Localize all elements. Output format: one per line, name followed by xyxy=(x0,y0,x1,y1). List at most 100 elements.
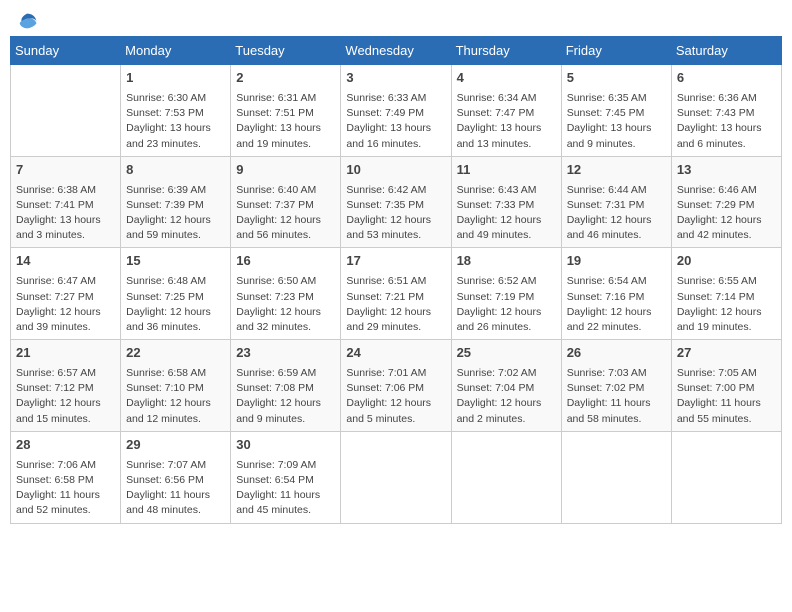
day-number: 14 xyxy=(16,252,115,271)
calendar-cell: 13 Sunrise: 6:46 AMSunset: 7:29 PMDayligh… xyxy=(671,156,781,248)
page-header xyxy=(10,10,782,28)
day-number: 23 xyxy=(236,344,335,363)
day-number: 12 xyxy=(567,161,666,180)
calendar-cell: 24 Sunrise: 7:01 AMSunset: 7:06 PMDayligh… xyxy=(341,340,451,432)
day-number: 18 xyxy=(457,252,556,271)
day-number: 13 xyxy=(677,161,776,180)
day-content: Sunrise: 6:31 AMSunset: 7:51 PMDaylight:… xyxy=(236,91,335,152)
calendar-cell: 10 Sunrise: 6:42 AMSunset: 7:35 PMDayligh… xyxy=(341,156,451,248)
day-content: Sunrise: 7:03 AMSunset: 7:02 PMDaylight:… xyxy=(567,366,666,427)
day-number: 30 xyxy=(236,436,335,455)
day-number: 6 xyxy=(677,69,776,88)
day-number: 5 xyxy=(567,69,666,88)
week-row-4: 21Sunrise: 6:57 AMSunset: 7:12 PMDayligh… xyxy=(11,340,782,432)
calendar-cell xyxy=(11,65,121,157)
day-number: 19 xyxy=(567,252,666,271)
day-content: Sunrise: 6:43 AMSunset: 7:33 PMDaylight:… xyxy=(457,183,556,244)
header-day-friday: Friday xyxy=(561,37,671,65)
day-content: Sunrise: 6:39 AMSunset: 7:39 PMDaylight:… xyxy=(126,183,225,244)
week-row-2: 7 Sunrise: 6:38 AMSunset: 7:41 PMDaylight… xyxy=(11,156,782,248)
calendar-cell: 12Sunrise: 6:44 AMSunset: 7:31 PMDayligh… xyxy=(561,156,671,248)
day-content: Sunrise: 6:59 AMSunset: 7:08 PMDaylight:… xyxy=(236,366,335,427)
calendar-cell: 22 Sunrise: 6:58 AMSunset: 7:10 PMDayligh… xyxy=(121,340,231,432)
day-content: Sunrise: 6:57 AMSunset: 7:12 PMDaylight:… xyxy=(16,366,115,427)
calendar-cell: 17Sunrise: 6:51 AMSunset: 7:21 PMDayligh… xyxy=(341,248,451,340)
day-content: Sunrise: 7:06 AMSunset: 6:58 PMDaylight:… xyxy=(16,458,115,519)
calendar-cell: 21Sunrise: 6:57 AMSunset: 7:12 PMDayligh… xyxy=(11,340,121,432)
day-content: Sunrise: 6:33 AMSunset: 7:49 PMDaylight:… xyxy=(346,91,445,152)
day-content: Sunrise: 6:36 AMSunset: 7:43 PMDaylight:… xyxy=(677,91,776,152)
day-number: 22 xyxy=(126,344,225,363)
day-number: 8 xyxy=(126,161,225,180)
day-content: Sunrise: 6:34 AMSunset: 7:47 PMDaylight:… xyxy=(457,91,556,152)
calendar-cell: 23 Sunrise: 6:59 AMSunset: 7:08 PMDayligh… xyxy=(231,340,341,432)
calendar-cell: 2 Sunrise: 6:31 AMSunset: 7:51 PMDaylight… xyxy=(231,65,341,157)
logo xyxy=(14,10,38,28)
header-day-thursday: Thursday xyxy=(451,37,561,65)
day-number: 25 xyxy=(457,344,556,363)
day-content: Sunrise: 6:46 AMSunset: 7:29 PMDaylight:… xyxy=(677,183,776,244)
header-day-tuesday: Tuesday xyxy=(231,37,341,65)
day-number: 11 xyxy=(457,161,556,180)
calendar-cell: 18 Sunrise: 6:52 AMSunset: 7:19 PMDayligh… xyxy=(451,248,561,340)
day-content: Sunrise: 6:52 AMSunset: 7:19 PMDaylight:… xyxy=(457,274,556,335)
day-number: 16 xyxy=(236,252,335,271)
calendar-cell: 20 Sunrise: 6:55 AMSunset: 7:14 PMDayligh… xyxy=(671,248,781,340)
day-number: 27 xyxy=(677,344,776,363)
week-row-5: 28 Sunrise: 7:06 AMSunset: 6:58 PMDayligh… xyxy=(11,431,782,523)
calendar-table: SundayMondayTuesdayWednesdayThursdayFrid… xyxy=(10,36,782,524)
day-content: Sunrise: 6:35 AMSunset: 7:45 PMDaylight:… xyxy=(567,91,666,152)
day-content: Sunrise: 7:09 AMSunset: 6:54 PMDaylight:… xyxy=(236,458,335,519)
day-content: Sunrise: 7:07 AMSunset: 6:56 PMDaylight:… xyxy=(126,458,225,519)
day-number: 26 xyxy=(567,344,666,363)
day-number: 10 xyxy=(346,161,445,180)
day-content: Sunrise: 6:30 AMSunset: 7:53 PMDaylight:… xyxy=(126,91,225,152)
day-number: 24 xyxy=(346,344,445,363)
day-number: 3 xyxy=(346,69,445,88)
calendar-cell xyxy=(341,431,451,523)
calendar-cell: 1 Sunrise: 6:30 AMSunset: 7:53 PMDaylight… xyxy=(121,65,231,157)
calendar-cell: 5 Sunrise: 6:35 AMSunset: 7:45 PMDaylight… xyxy=(561,65,671,157)
day-content: Sunrise: 6:38 AMSunset: 7:41 PMDaylight:… xyxy=(16,183,115,244)
calendar-cell: 4Sunrise: 6:34 AMSunset: 7:47 PMDaylight… xyxy=(451,65,561,157)
header-day-saturday: Saturday xyxy=(671,37,781,65)
day-number: 1 xyxy=(126,69,225,88)
day-number: 15 xyxy=(126,252,225,271)
calendar-cell: 27Sunrise: 7:05 AMSunset: 7:00 PMDayligh… xyxy=(671,340,781,432)
header-day-wednesday: Wednesday xyxy=(341,37,451,65)
calendar-cell: 26 Sunrise: 7:03 AMSunset: 7:02 PMDayligh… xyxy=(561,340,671,432)
day-number: 29 xyxy=(126,436,225,455)
header-day-sunday: Sunday xyxy=(11,37,121,65)
calendar-cell xyxy=(451,431,561,523)
day-content: Sunrise: 6:50 AMSunset: 7:23 PMDaylight:… xyxy=(236,274,335,335)
day-content: Sunrise: 6:55 AMSunset: 7:14 PMDaylight:… xyxy=(677,274,776,335)
calendar-cell: 19Sunrise: 6:54 AMSunset: 7:16 PMDayligh… xyxy=(561,248,671,340)
week-row-1: 1 Sunrise: 6:30 AMSunset: 7:53 PMDaylight… xyxy=(11,65,782,157)
logo-icon xyxy=(16,10,38,32)
calendar-cell: 8 Sunrise: 6:39 AMSunset: 7:39 PMDaylight… xyxy=(121,156,231,248)
day-content: Sunrise: 6:42 AMSunset: 7:35 PMDaylight:… xyxy=(346,183,445,244)
calendar-cell: 30 Sunrise: 7:09 AMSunset: 6:54 PMDayligh… xyxy=(231,431,341,523)
day-content: Sunrise: 6:40 AMSunset: 7:37 PMDaylight:… xyxy=(236,183,335,244)
calendar-cell: 16 Sunrise: 6:50 AMSunset: 7:23 PMDayligh… xyxy=(231,248,341,340)
calendar-cell: 14 Sunrise: 6:47 AMSunset: 7:27 PMDayligh… xyxy=(11,248,121,340)
day-number: 2 xyxy=(236,69,335,88)
calendar-cell: 11 Sunrise: 6:43 AMSunset: 7:33 PMDayligh… xyxy=(451,156,561,248)
calendar-cell xyxy=(671,431,781,523)
calendar-cell: 3 Sunrise: 6:33 AMSunset: 7:49 PMDaylight… xyxy=(341,65,451,157)
day-number: 7 xyxy=(16,161,115,180)
day-content: Sunrise: 6:47 AMSunset: 7:27 PMDaylight:… xyxy=(16,274,115,335)
day-number: 17 xyxy=(346,252,445,271)
day-content: Sunrise: 7:01 AMSunset: 7:06 PMDaylight:… xyxy=(346,366,445,427)
week-row-3: 14 Sunrise: 6:47 AMSunset: 7:27 PMDayligh… xyxy=(11,248,782,340)
calendar-cell: 7 Sunrise: 6:38 AMSunset: 7:41 PMDaylight… xyxy=(11,156,121,248)
day-number: 28 xyxy=(16,436,115,455)
calendar-cell: 6 Sunrise: 6:36 AMSunset: 7:43 PMDaylight… xyxy=(671,65,781,157)
calendar-cell: 15Sunrise: 6:48 AMSunset: 7:25 PMDayligh… xyxy=(121,248,231,340)
calendar-cell: 28 Sunrise: 7:06 AMSunset: 6:58 PMDayligh… xyxy=(11,431,121,523)
day-content: Sunrise: 6:58 AMSunset: 7:10 PMDaylight:… xyxy=(126,366,225,427)
day-number: 20 xyxy=(677,252,776,271)
day-number: 9 xyxy=(236,161,335,180)
header-row: SundayMondayTuesdayWednesdayThursdayFrid… xyxy=(11,37,782,65)
calendar-cell: 25Sunrise: 7:02 AMSunset: 7:04 PMDayligh… xyxy=(451,340,561,432)
